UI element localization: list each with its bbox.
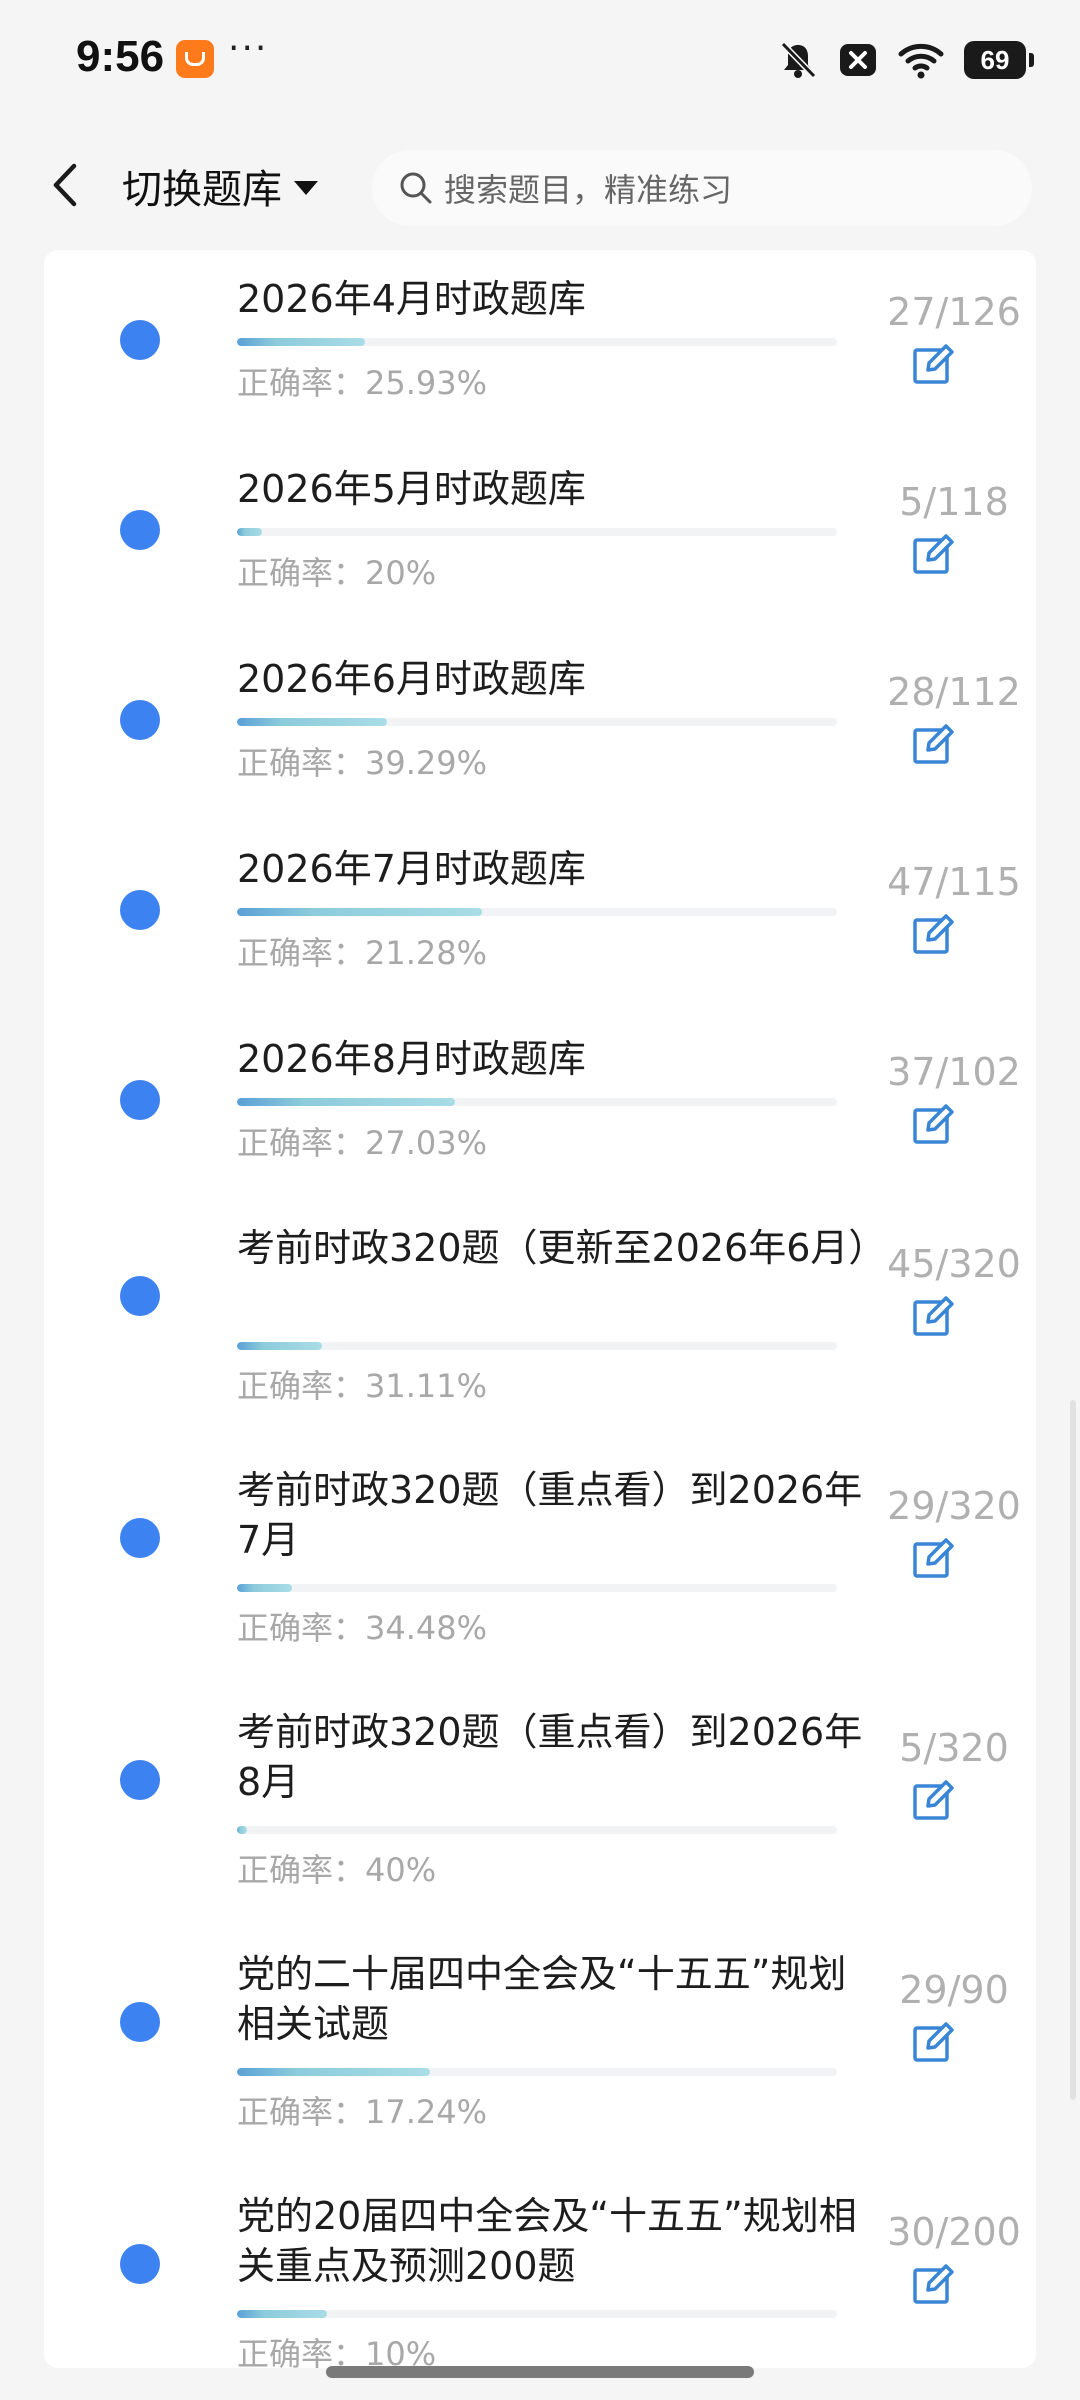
scrollbar[interactable] — [1070, 1400, 1076, 2100]
item-title: 2026年5月时政题库 — [237, 467, 586, 511]
progress-bar — [237, 1826, 837, 1834]
item-title: 考前时政320题（重点看）到2026年8月 — [237, 1710, 863, 1804]
progress-fill — [237, 908, 483, 916]
progress-count: 5/118 — [899, 480, 1009, 524]
item-title: 2026年4月时政题库 — [237, 277, 586, 321]
progress-count: 47/115 — [887, 860, 1021, 904]
accuracy-text: 正确率：25.93% — [237, 364, 488, 402]
progress-bar — [237, 528, 837, 536]
status-dot — [120, 510, 160, 550]
progress-count: 29/320 — [887, 1484, 1021, 1528]
edit-icon[interactable] — [912, 1102, 956, 1146]
status-dot — [120, 2002, 160, 2042]
progress-fill — [237, 338, 366, 346]
progress-fill — [237, 718, 387, 726]
progress-bar — [237, 2068, 837, 2076]
status-dot — [120, 1518, 160, 1558]
battery-indicator: 69 — [964, 41, 1034, 79]
progress-count: 37/102 — [887, 1050, 1021, 1094]
status-bar: 9:56 ··· 69 — [0, 0, 1080, 120]
accuracy-text: 正确率：21.28% — [237, 934, 488, 972]
progress-bar — [237, 1584, 837, 1592]
search-icon — [400, 172, 432, 204]
item-title: 2026年8月时政题库 — [237, 1037, 586, 1081]
search-placeholder: 搜索题目，精准练习 — [444, 171, 733, 209]
item-title: 考前时政320题（重点看）到2026年7月 — [237, 1468, 863, 1562]
accuracy-text: 正确率：40% — [237, 1851, 437, 1889]
progress-count: 5/320 — [899, 1726, 1009, 1770]
edit-icon[interactable] — [912, 342, 956, 386]
bell-muted-icon — [780, 41, 817, 79]
wifi-icon — [898, 43, 944, 79]
item-title: 2026年7月时政题库 — [237, 847, 586, 891]
status-dot — [120, 1760, 160, 1800]
status-dot — [120, 1276, 160, 1316]
progress-count: 30/200 — [887, 2210, 1021, 2254]
switch-bank-dropdown[interactable]: 切换题库 — [122, 158, 318, 214]
status-icons: 69 — [778, 36, 1034, 84]
home-indicator[interactable] — [326, 2366, 754, 2378]
shopping-app-icon — [176, 40, 214, 78]
edit-icon[interactable] — [912, 1536, 956, 1580]
edit-icon[interactable] — [912, 722, 956, 766]
edit-icon[interactable] — [912, 2020, 956, 2064]
status-dot — [120, 890, 160, 930]
close-box-icon — [840, 44, 876, 76]
edit-icon[interactable] — [912, 1294, 956, 1338]
status-dot — [120, 1080, 160, 1120]
item-title: 2026年6月时政题库 — [237, 657, 586, 701]
item-title: 党的二十届四中全会及“十五五”规划相关试题 — [237, 1952, 847, 2046]
progress-count: 45/320 — [887, 1242, 1021, 1286]
progress-bar — [237, 2310, 837, 2318]
status-dot — [120, 700, 160, 740]
switch-bank-label: 切换题库 — [122, 167, 282, 213]
accuracy-text: 正确率：27.03% — [237, 1124, 488, 1162]
item-title: 党的20届四中全会及“十五五”规划相关重点及预测200题 — [237, 2194, 857, 2288]
progress-count: 29/90 — [899, 1968, 1009, 2012]
accuracy-text: 正确率：39.29% — [237, 744, 488, 782]
accuracy-text: 正确率：31.11% — [237, 1367, 488, 1405]
status-dot — [120, 320, 160, 360]
clock: 9:56 — [76, 32, 165, 81]
progress-count: 27/126 — [887, 290, 1021, 334]
progress-fill — [237, 1584, 292, 1592]
edit-icon[interactable] — [912, 2262, 956, 2306]
status-dot — [120, 2244, 160, 2284]
caret-down-icon — [294, 181, 318, 195]
progress-count: 28/112 — [887, 670, 1021, 714]
edit-icon[interactable] — [912, 532, 956, 576]
progress-fill — [237, 1342, 322, 1350]
question-bank-list: 2026年4月时政题库 正确率：25.93% 27/126 2026年5月时政题… — [44, 250, 1036, 2368]
back-arrow-icon[interactable] — [44, 160, 88, 210]
progress-fill — [237, 2068, 431, 2076]
progress-bar — [237, 718, 837, 726]
edit-icon[interactable] — [912, 1778, 956, 1822]
progress-fill — [237, 1098, 455, 1106]
progress-fill — [237, 1826, 247, 1834]
progress-bar — [237, 908, 837, 916]
progress-fill — [237, 2310, 327, 2318]
accuracy-text: 正确率：10% — [237, 2335, 437, 2368]
accuracy-text: 正确率：17.24% — [237, 2093, 488, 2131]
top-nav-bar: 切换题库 搜索题目，精准练习 — [0, 120, 1080, 250]
edit-icon[interactable] — [912, 912, 956, 956]
accuracy-text: 正确率：34.48% — [237, 1609, 488, 1647]
more-notifications-icon: ··· — [228, 28, 269, 69]
progress-fill — [237, 528, 263, 536]
search-input[interactable]: 搜索题目，精准练习 — [372, 150, 1032, 226]
progress-bar — [237, 1342, 837, 1350]
progress-bar — [237, 338, 837, 346]
progress-bar — [237, 1098, 837, 1106]
accuracy-text: 正确率：20% — [237, 554, 437, 592]
item-title: 考前时政320题（更新至2026年6月） — [237, 1226, 887, 1270]
